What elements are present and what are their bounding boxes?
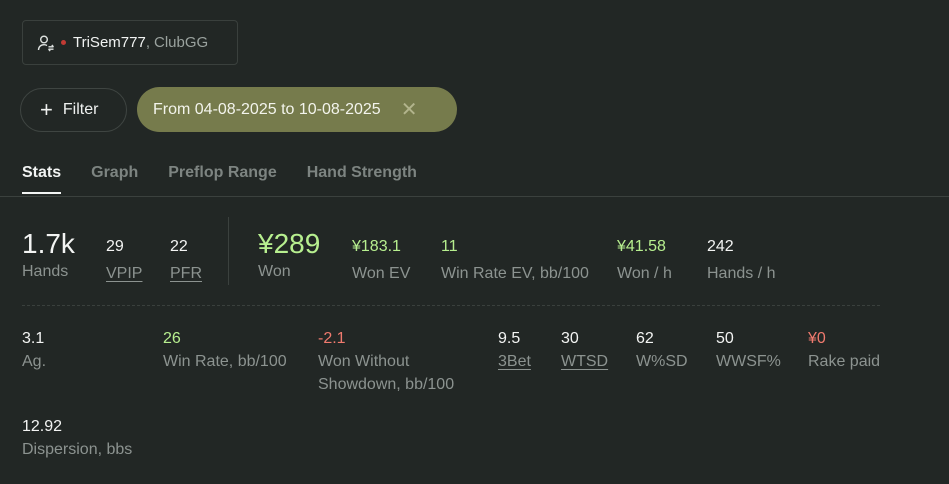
stat-value: 29: [106, 238, 124, 255]
tab-bar: Stats Graph Preflop Range Hand Strength: [22, 164, 447, 194]
close-icon[interactable]: ✕: [401, 100, 418, 120]
stat-label: Hands / h: [707, 265, 776, 282]
date-range-chip[interactable]: From 04-08-2025 to 10-08-2025 ✕: [137, 87, 457, 132]
stat-label: W%SD: [636, 353, 688, 370]
stat-label: Rake paid: [808, 353, 881, 370]
date-range-label: From 04-08-2025 to 10-08-2025: [153, 100, 381, 118]
stat-wwsf: 50 WWSF%: [716, 328, 781, 373]
stat-pfr: 22 PFR: [170, 236, 202, 285]
stat-value: 12.92: [22, 418, 63, 435]
stat-wtsd: 30 WTSD: [561, 328, 608, 373]
stat-label: Won Without: [318, 353, 410, 370]
stat-hands: 1.7k Hands: [22, 228, 75, 283]
stat-value: 26: [163, 330, 181, 347]
stat-won: ¥289 Won: [258, 228, 320, 283]
stat-value: 30: [561, 330, 579, 347]
stat-hands-per-hour: 242 Hands / h: [707, 236, 775, 285]
tab-preflop-range[interactable]: Preflop Range: [168, 164, 276, 194]
stat-value: -2.1: [318, 330, 346, 347]
vertical-divider: [228, 217, 229, 285]
tab-hand-strength[interactable]: Hand Strength: [307, 164, 417, 194]
player-selector[interactable]: TriSem777, ClubGG: [22, 20, 238, 65]
stat-label: Win Rate, bb/100: [163, 353, 287, 370]
stat-value: 50: [716, 330, 734, 347]
stat-label: Ag.: [22, 353, 47, 370]
tab-divider: [0, 196, 949, 197]
stat-value: ¥183.1: [352, 238, 401, 255]
player-separator: ,: [145, 34, 150, 51]
stat-value: 9.5: [498, 330, 521, 347]
tab-stats[interactable]: Stats: [22, 164, 62, 194]
stat-won-without-showdown: -2.1 Won Without Showdown, bb/100: [318, 328, 454, 396]
section-divider: [22, 305, 880, 306]
player-club: ClubGG: [153, 34, 209, 51]
stat-label: Dispersion, bbs: [22, 441, 133, 458]
plus-icon: +: [40, 97, 53, 122]
stat-win-rate-ev: 11 Win Rate EV, bb/100: [441, 236, 589, 285]
user-switch-icon: [37, 34, 55, 52]
stat-label-3bet[interactable]: 3Bet: [498, 350, 531, 373]
stat-3bet: 9.5 3Bet: [498, 328, 531, 373]
stat-label: WWSF%: [716, 353, 781, 370]
stat-ag: 3.1 Ag.: [22, 328, 46, 373]
status-dot: [61, 40, 66, 45]
stat-win-rate: 26 Win Rate, bb/100: [163, 328, 287, 373]
stat-label: Won: [258, 263, 291, 280]
stat-value: 242: [707, 238, 734, 255]
stat-won-per-hour: ¥41.58 Won / h: [617, 236, 672, 285]
player-name: TriSem777: [73, 34, 146, 51]
stat-label-pfr[interactable]: PFR: [170, 262, 202, 285]
stat-label: Win Rate EV, bb/100: [441, 265, 589, 282]
stat-label: Won / h: [617, 265, 672, 282]
stat-value: ¥0: [808, 330, 826, 347]
tab-graph[interactable]: Graph: [91, 164, 138, 194]
stat-label-vpip[interactable]: VPIP: [106, 262, 142, 285]
filter-button[interactable]: + Filter: [20, 88, 127, 132]
stat-value: 1.7k: [22, 228, 75, 259]
stat-value: 3.1: [22, 330, 45, 347]
stat-label: Won EV: [352, 265, 411, 282]
stat-value: ¥289: [258, 228, 321, 259]
stat-rake-paid: ¥0 Rake paid: [808, 328, 880, 373]
stat-value: 11: [441, 238, 458, 255]
filter-label: Filter: [62, 101, 99, 118]
stat-value: 62: [636, 330, 654, 347]
stat-value: ¥41.58: [617, 238, 666, 255]
stat-value: 22: [170, 238, 188, 255]
stat-vpip: 29 VPIP: [106, 236, 142, 285]
stat-won-ev: ¥183.1 Won EV: [352, 236, 410, 285]
stat-dispersion: 12.92 Dispersion, bbs: [22, 416, 132, 461]
stat-label: Hands: [22, 263, 69, 280]
stat-label-line2: Showdown, bb/100: [318, 376, 455, 393]
stat-wsd: 62 W%SD: [636, 328, 688, 373]
stat-label-wtsd[interactable]: WTSD: [561, 350, 608, 373]
